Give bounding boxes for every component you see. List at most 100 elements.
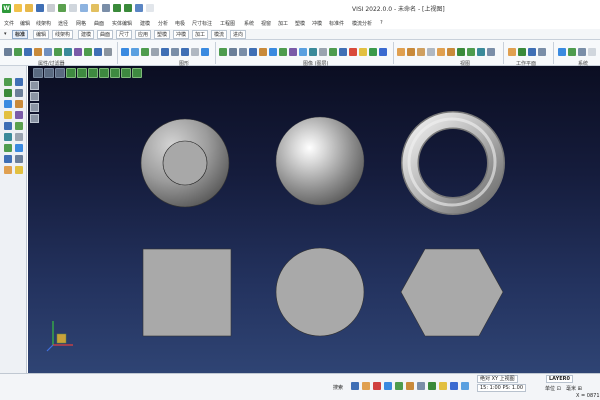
extend-tool-icon[interactable] [15,122,23,130]
filter-icon[interactable] [14,48,22,56]
red-sphere-icon[interactable] [349,48,357,56]
offset-tool-icon[interactable] [15,111,23,119]
line-tool-icon[interactable] [4,78,12,86]
layer-new-icon[interactable] [329,48,337,56]
menu-surface[interactable]: 曲面 [94,20,104,27]
tab-surface[interactable]: 曲面 [97,30,114,39]
tab-approach[interactable]: 进向 [230,30,247,39]
ribbon-dropdown-icon[interactable]: ▾ [4,31,7,37]
sphere-icon[interactable] [275,116,365,206]
text-tool-icon[interactable] [4,166,12,174]
menu-file[interactable]: 文件 [4,20,14,27]
view-back-icon[interactable] [437,48,445,56]
unit-field[interactable]: 毫米 ⊞ [566,385,582,392]
save-icon[interactable] [36,4,44,12]
shade-icon[interactable] [121,48,129,56]
clear-icon[interactable] [151,48,159,56]
move-tool-icon[interactable] [4,155,12,163]
yellow-sphere-icon[interactable] [359,48,367,56]
line-style-icon[interactable] [64,48,72,56]
green-sphere-icon[interactable] [369,48,377,56]
open-folder-icon[interactable] [25,4,33,12]
view-front-icon[interactable] [397,48,405,56]
cut-icon[interactable] [69,4,77,12]
undo-icon[interactable] [113,4,121,12]
layer-off-icon[interactable] [239,48,247,56]
pan-icon[interactable] [201,48,209,56]
menu-analysis[interactable]: 分析 [158,20,168,27]
menu-path[interactable]: 途径 [58,20,68,27]
graphics-viewport[interactable] [28,66,600,373]
mirror-tool-icon[interactable] [4,144,12,152]
menu-wireframe[interactable]: 线架构 [36,20,51,27]
pick-icon[interactable] [94,48,102,56]
layer-select-icon[interactable] [309,48,317,56]
tab-progress[interactable]: 冲模 [173,30,190,39]
redraw-icon[interactable] [141,48,149,56]
arc-tool-icon[interactable] [15,78,23,86]
snap-icon[interactable] [351,382,359,390]
circle-icon[interactable] [275,247,365,337]
select-all-icon[interactable] [84,48,92,56]
draw-mode-field[interactable]: 单位 ⊡ [545,385,561,392]
view-bottom-icon[interactable] [447,48,455,56]
view-side-icon[interactable] [417,48,425,56]
tab-edit[interactable]: 编辑 [33,30,50,39]
layer-field[interactable]: LAYER0 [546,375,573,383]
highlight-icon[interactable] [439,382,447,390]
layer-show-icon[interactable] [279,48,287,56]
layer-on-icon[interactable] [229,48,237,56]
fillet-tool-icon[interactable] [4,133,12,141]
layer-merge-icon[interactable] [299,48,307,56]
hide-icon[interactable] [104,48,112,56]
menu-machining[interactable]: 加工 [278,20,288,27]
app-logo[interactable]: W [2,4,11,13]
grid-snap-icon[interactable] [362,382,370,390]
wire-display-icon[interactable] [131,48,139,56]
menu-system[interactable]: 系统 [244,20,254,27]
tab-wireframe[interactable]: 线架构 [52,30,74,39]
trim-tool-icon[interactable] [4,122,12,130]
customize-icon[interactable] [146,4,154,12]
view-list-icon[interactable] [487,48,495,56]
menu-dimension[interactable]: 尺寸标注 [192,20,212,27]
filter-wire-icon[interactable] [44,48,52,56]
polygon-tool-icon[interactable] [4,100,12,108]
menu-solid-edit[interactable]: 实体编辑 [112,20,132,27]
chamfer-tool-icon[interactable] [15,133,23,141]
model-icon[interactable] [428,382,436,390]
redo-icon[interactable] [124,4,132,12]
view-restore-icon[interactable] [477,48,485,56]
blue-sphere-icon[interactable] [379,48,387,56]
copy-icon[interactable] [80,4,88,12]
coord-icon[interactable] [450,382,458,390]
layer-set-icon[interactable] [339,48,347,56]
view-iso-icon[interactable] [427,48,435,56]
tab-standard[interactable]: 标准 [12,30,29,39]
square-icon[interactable] [142,248,232,337]
menu-modeling[interactable]: 建模 [140,20,150,27]
attribute-icon[interactable] [4,48,12,56]
system-config-icon[interactable] [558,48,566,56]
lineweight-icon[interactable] [417,382,425,390]
layer-copy-icon[interactable] [269,48,277,56]
new-file-icon[interactable] [14,4,22,12]
zoom-status-icon[interactable] [461,382,469,390]
object-snap-icon[interactable] [395,382,403,390]
rectangle-tool-icon[interactable] [15,89,23,97]
workplane-set-icon[interactable] [528,48,536,56]
circle-tool-icon[interactable] [4,89,12,97]
menu-mould[interactable]: 塑模 [295,20,305,27]
view-rotate-icon[interactable] [457,48,465,56]
spline-tool-icon[interactable] [15,100,23,108]
zoom-all-icon[interactable] [171,48,179,56]
tab-application[interactable]: 应用 [135,30,152,39]
zoom-out-icon[interactable] [191,48,199,56]
layer-props-icon[interactable] [319,48,327,56]
tracking-icon[interactable] [406,382,414,390]
menu-progress[interactable]: 冲模 [312,20,322,27]
view-save-icon[interactable] [467,48,475,56]
workplane-new-icon[interactable] [518,48,526,56]
menu-mesh[interactable]: 网格 [76,20,86,27]
system-help-icon[interactable] [578,48,586,56]
